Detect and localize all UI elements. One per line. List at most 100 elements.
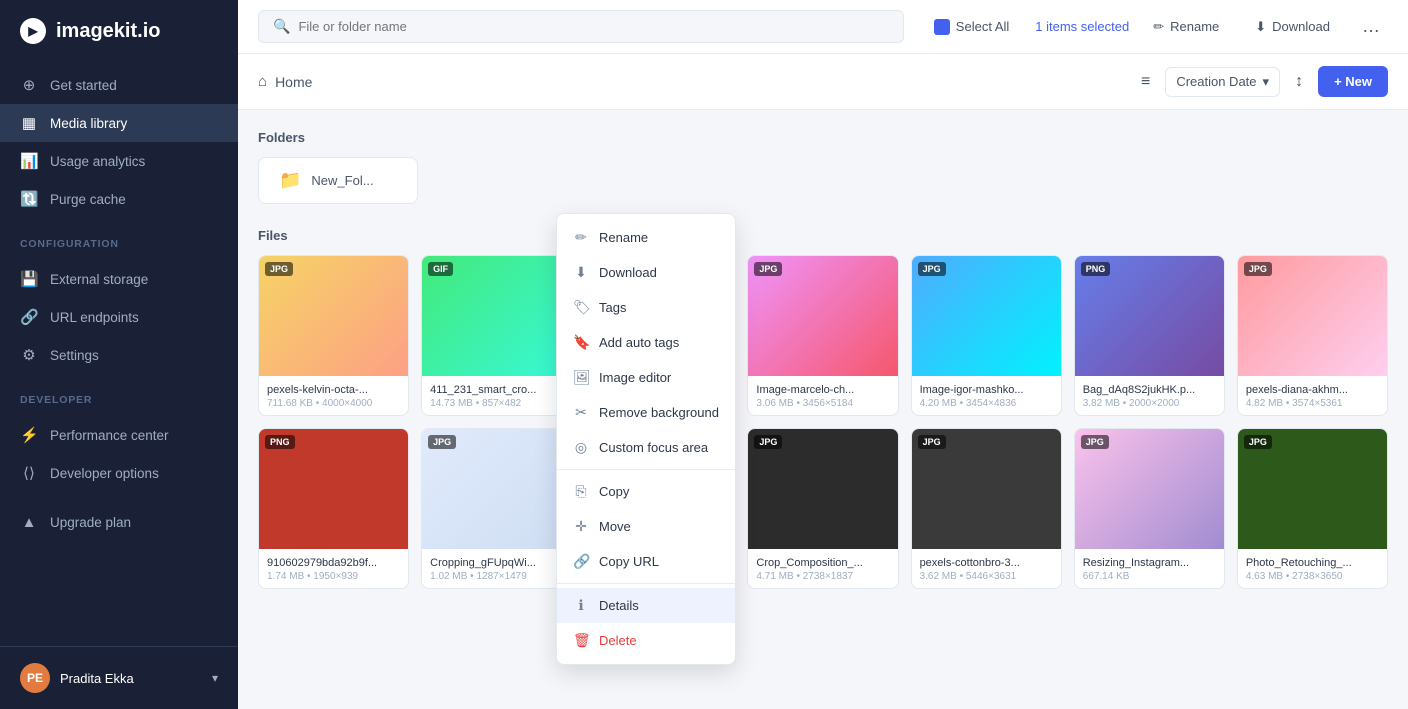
breadcrumb: ⌂ Home [258, 73, 312, 90]
folder-icon: 📁 [279, 170, 301, 191]
sidebar-item-settings[interactable]: ⚙ Settings [0, 336, 238, 374]
tags-icon: 🏷 [573, 299, 589, 316]
rename-icon: ✏ [1153, 19, 1164, 35]
context-menu-item-move[interactable]: ✛Move [557, 509, 735, 544]
sidebar-item-label: External storage [50, 272, 148, 287]
topbar-actions: Select All 1 items selected ✏ Rename ⬇ D… [920, 12, 1388, 42]
file-card[interactable]: JPG Cropping_gFUpqWi... 1.02 MB • 1287×1… [421, 428, 572, 589]
url-endpoints-icon: 🔗 [20, 308, 38, 326]
file-card[interactable]: JPG pexels-cottonbro-3... 3.62 MB • 5446… [911, 428, 1062, 589]
file-meta: 4.71 MB • 2738×1837 [756, 571, 889, 582]
developer-options-icon: ⟨⟩ [20, 464, 38, 482]
file-name: Cropping_gFUpqWi... [430, 557, 563, 569]
sort-dropdown[interactable]: Creation Date ▾ [1165, 67, 1280, 97]
sidebar-item-media-library[interactable]: ▦ Media library [0, 104, 238, 142]
rename-label: Rename [1170, 19, 1219, 34]
file-meta: 4.20 MB • 3454×4836 [920, 398, 1053, 409]
breadcrumb-home-label[interactable]: Home [275, 74, 312, 90]
file-name: 910602979bda92b9f... [267, 557, 400, 569]
avatar: PE [20, 663, 50, 693]
new-button[interactable]: + New [1318, 66, 1388, 97]
copy-icon: ⎘ [573, 483, 589, 500]
file-card[interactable]: JPG Image-igor-mashko... 4.20 MB • 3454×… [911, 255, 1062, 416]
image-editor-icon: 🖼 [573, 369, 589, 386]
context-menu-item-add-auto-tags[interactable]: 🔖Add auto tags [557, 325, 735, 360]
file-thumbnail: JPG [748, 256, 897, 376]
file-thumbnail: JPG [748, 429, 897, 549]
file-card[interactable]: JPG Crop_Composition_... 4.71 MB • 2738×… [747, 428, 898, 589]
sort-order-button[interactable]: ↕ [1290, 68, 1308, 96]
download-icon: ⬇ [1255, 19, 1266, 35]
folder-name: New_Fol... [311, 173, 373, 188]
context-menu-item-details[interactable]: ℹDetails [557, 588, 735, 623]
file-card[interactable]: JPG pexels-kelvin-octa-... 711.68 KB • 4… [258, 255, 409, 416]
context-menu-item-copy-url[interactable]: 🔗Copy URL [557, 544, 735, 579]
file-card[interactable]: PNG 910602979bda92b9f... 1.74 MB • 1950×… [258, 428, 409, 589]
files-section-label: Files [258, 228, 1388, 243]
select-all-button[interactable]: Select All [920, 12, 1023, 42]
ctx-item-label: Image editor [599, 370, 671, 385]
sidebar-item-label: Get started [50, 78, 117, 93]
context-menu-item-image-editor[interactable]: 🖼 Image editor [557, 360, 735, 395]
select-all-label: Select All [956, 19, 1009, 34]
file-card[interactable]: JPG Photo_Retouching_... 4.63 MB • 2738×… [1237, 428, 1388, 589]
search-input[interactable] [298, 19, 888, 34]
sidebar-item-label: Performance center [50, 428, 169, 443]
file-card[interactable]: JPG Resizing_Instagram... 667.14 KB [1074, 428, 1225, 589]
file-type-badge: JPG [754, 262, 782, 276]
sidebar-item-performance-center[interactable]: ⚡ Performance center [0, 416, 238, 454]
sidebar-item-purge-cache[interactable]: 🔃 Purge cache [0, 180, 238, 218]
performance-center-icon: ⚡ [20, 426, 38, 444]
file-card[interactable]: GIF 411_231_smart_cro... 14.73 MB • 857×… [421, 255, 572, 416]
home-icon: ⌂ [258, 73, 267, 90]
file-thumbnail: JPG [1238, 256, 1387, 376]
context-menu-item-download[interactable]: ⬇Download [557, 255, 735, 290]
details-icon: ℹ [573, 597, 589, 614]
file-name: 411_231_smart_cro... [430, 384, 563, 396]
sidebar-item-upgrade-plan[interactable]: ▲ Upgrade plan [0, 504, 238, 541]
logo[interactable]: ▶ imagekit.io [0, 0, 238, 62]
user-profile[interactable]: PE Pradita Ekka ▾ [0, 646, 238, 709]
file-thumbnail: PNG [1075, 256, 1224, 376]
search-icon: 🔍 [273, 18, 290, 35]
folder-item[interactable]: 📁 New_Fol... [258, 157, 418, 204]
select-all-icon [934, 19, 950, 35]
context-menu-item-rename[interactable]: ✏Rename [557, 220, 735, 255]
sidebar-item-url-endpoints[interactable]: 🔗 URL endpoints [0, 298, 238, 336]
file-card[interactable]: JPG Image-marcelo-ch... 3.06 MB • 3456×5… [747, 255, 898, 416]
download-icon: ⬇ [573, 264, 589, 281]
sort-chevron-icon: ▾ [1263, 74, 1270, 90]
context-menu-item-tags[interactable]: 🏷Tags [557, 290, 735, 325]
file-thumbnail: GIF [422, 256, 571, 376]
file-meta: 3.06 MB • 3456×5184 [756, 398, 889, 409]
file-thumbnail: PNG [259, 429, 408, 549]
file-card[interactable]: PNG Bag_dAq8S2jukHK.p... 3.82 MB • 2000×… [1074, 255, 1225, 416]
file-name: Resizing_Instagram... [1083, 557, 1216, 569]
topbar: 🔍 Select All 1 items selected ✏ Rename ⬇… [238, 0, 1408, 54]
file-card[interactable]: JPG pexels-diana-akhm... 4.82 MB • 3574×… [1237, 255, 1388, 416]
file-name: pexels-cottonbro-3... [920, 557, 1053, 569]
file-type-badge: JPG [265, 262, 293, 276]
rename-button[interactable]: ✏ Rename [1141, 12, 1231, 42]
main-content: 🔍 Select All 1 items selected ✏ Rename ⬇… [238, 0, 1408, 709]
file-name: pexels-kelvin-octa-... [267, 384, 400, 396]
sidebar-item-developer-options[interactable]: ⟨⟩ Developer options [0, 454, 238, 492]
context-menu-item-delete[interactable]: 🗑Delete [557, 623, 735, 658]
ctx-item-label: Delete [599, 633, 637, 648]
list-view-button[interactable]: ≡ [1136, 68, 1155, 96]
file-type-badge: JPG [1244, 262, 1272, 276]
sidebar-item-get-started[interactable]: ⊕ Get started [0, 66, 238, 104]
logo-text: imagekit.io [56, 20, 160, 43]
developer-nav: ⚡ Performance center ⟨⟩ Developer option… [0, 412, 238, 496]
context-menu-item-remove-background[interactable]: ✂Remove background [557, 395, 735, 430]
download-button[interactable]: ⬇ Download [1243, 12, 1342, 42]
context-menu-item-custom-focus-area[interactable]: ◎Custom focus area [557, 430, 735, 465]
context-menu-item-copy[interactable]: ⎘Copy [557, 474, 735, 509]
move-icon: ✛ [573, 518, 589, 535]
file-thumbnail: JPG [259, 256, 408, 376]
search-bar[interactable]: 🔍 [258, 10, 904, 43]
more-options-button[interactable]: … [1354, 12, 1388, 41]
file-name: Image-marcelo-ch... [756, 384, 889, 396]
sidebar-item-usage-analytics[interactable]: 📊 Usage analytics [0, 142, 238, 180]
sidebar-item-external-storage[interactable]: 💾 External storage [0, 260, 238, 298]
